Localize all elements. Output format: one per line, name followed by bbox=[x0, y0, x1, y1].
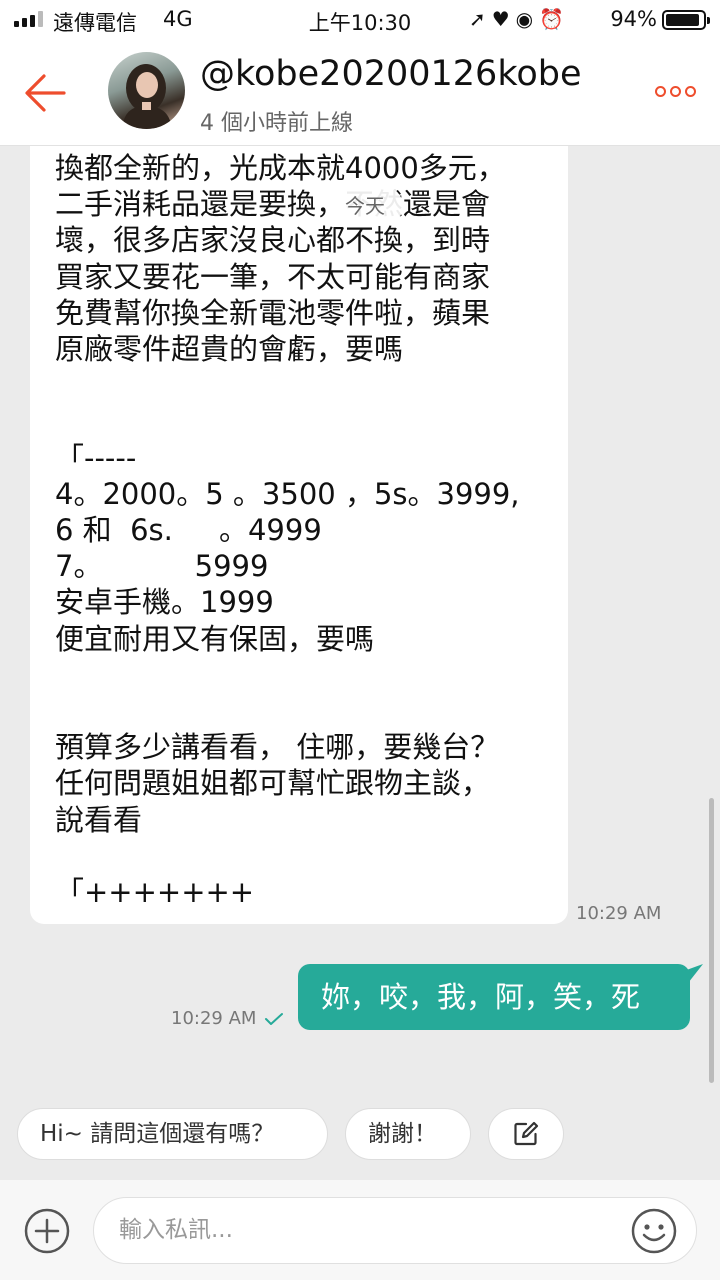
chat-header: @kobe20200126kobe 4 個小時前上線 bbox=[0, 40, 720, 146]
more-options-icon[interactable] bbox=[655, 86, 696, 97]
chat-messages[interactable]: 換都全新的，光成本就4000多元， 二手消耗品還是要換，不然還是會 壞，很多店家… bbox=[0, 146, 720, 1088]
emoji-icon[interactable] bbox=[631, 1208, 677, 1254]
add-attachment-icon[interactable] bbox=[24, 1208, 70, 1254]
battery-icon bbox=[662, 10, 710, 30]
message-input-bar: 輸入私訊... bbox=[0, 1180, 720, 1280]
last-seen-status: 4 個小時前上線 bbox=[200, 111, 353, 136]
status-icons: ➚♥◉⏰ bbox=[468, 7, 570, 31]
avatar[interactable] bbox=[108, 52, 185, 129]
message-input[interactable]: 輸入私訊... bbox=[93, 1197, 697, 1264]
chat-scrollbar[interactable] bbox=[709, 798, 714, 1083]
incoming-message-bubble: 換都全新的，光成本就4000多元， 二手消耗品還是要換，不然還是會 壞，很多店家… bbox=[30, 146, 568, 924]
quick-replies: Hi~ 請問這個還有嗎？ 謝謝！ bbox=[17, 1108, 564, 1160]
date-divider: 今天 bbox=[327, 186, 403, 226]
chat-username[interactable]: @kobe20200126kobe bbox=[200, 54, 582, 94]
outgoing-message-text: 妳，咬，我，阿，笑，死 bbox=[321, 980, 641, 1014]
quick-reply-thanks[interactable]: 謝謝！ bbox=[345, 1108, 471, 1160]
edit-quick-replies-button[interactable] bbox=[488, 1108, 564, 1160]
back-arrow-icon[interactable] bbox=[22, 70, 68, 116]
incoming-message-text: 換都全新的，光成本就4000多元， 二手消耗品還是要換，不然還是會 壞，很多店家… bbox=[55, 151, 520, 910]
sent-check-icon bbox=[265, 1012, 284, 1025]
outgoing-message-meta: 10:29 AM bbox=[171, 1008, 284, 1029]
outgoing-message-bubble: 妳，咬，我，阿，笑，死 bbox=[298, 964, 690, 1030]
battery-percent: 94% bbox=[610, 7, 657, 31]
outgoing-message-time: 10:29 AM bbox=[171, 1008, 257, 1029]
status-bar: 遠傳電信 4G 上午10:30 ➚♥◉⏰ 94% bbox=[0, 0, 720, 40]
quick-reply-ask-available[interactable]: Hi~ 請問這個還有嗎？ bbox=[17, 1108, 328, 1160]
edit-icon bbox=[514, 1121, 539, 1146]
message-input-placeholder: 輸入私訊... bbox=[119, 1217, 233, 1243]
incoming-message-time: 10:29 AM bbox=[576, 903, 662, 924]
